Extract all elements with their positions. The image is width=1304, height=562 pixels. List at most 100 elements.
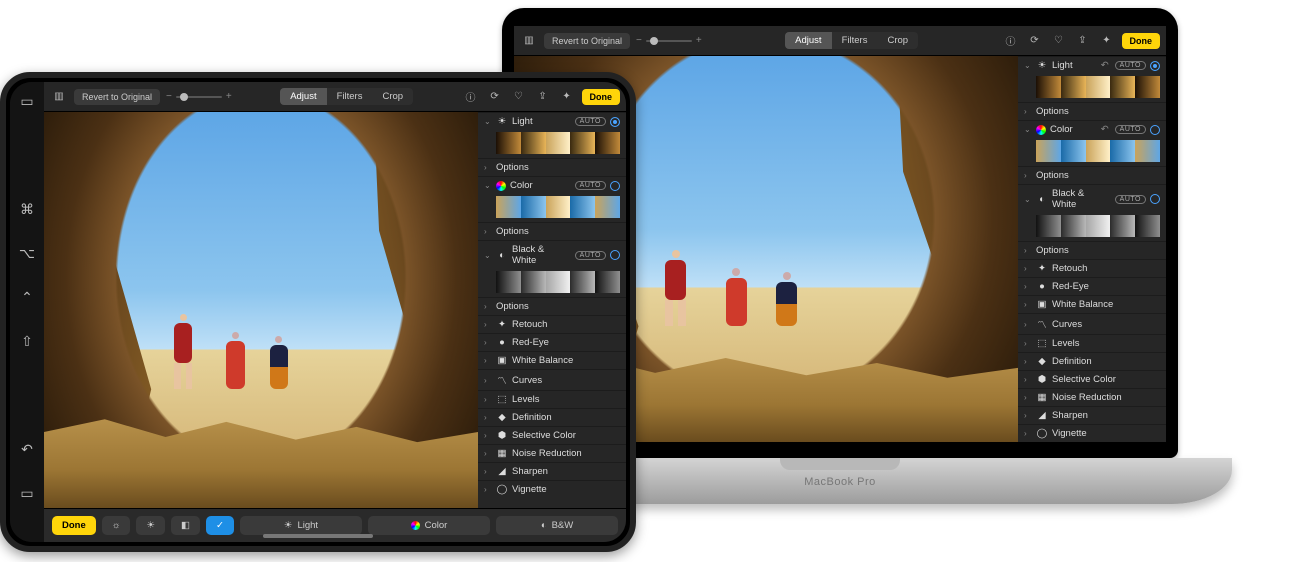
panel-item-retouch[interactable]: ›✦Retouch bbox=[478, 315, 626, 333]
favorite-icon[interactable]: ♡ bbox=[510, 88, 528, 106]
panel-item-levels[interactable]: ›⬚Levels bbox=[1018, 334, 1166, 352]
sidebar-toggle-icon[interactable]: ▥ bbox=[520, 32, 538, 50]
auto-button[interactable]: AUTO bbox=[1115, 125, 1146, 134]
panel-item-curves[interactable]: ›〽Curves bbox=[478, 369, 626, 390]
panel-label: Levels bbox=[512, 394, 620, 405]
favorite-icon[interactable]: ♡ bbox=[1050, 32, 1068, 50]
panel-options-color[interactable]: › Options bbox=[478, 222, 626, 240]
enable-toggle[interactable] bbox=[610, 181, 620, 191]
touchbar-color-button[interactable]: Color bbox=[368, 516, 490, 535]
enable-toggle[interactable] bbox=[1150, 194, 1160, 204]
panel-section-color[interactable]: ⌄ Color AUTO bbox=[478, 176, 626, 194]
chevron-right-icon: › bbox=[1024, 357, 1032, 366]
tab-filters[interactable]: Filters bbox=[832, 32, 878, 49]
enable-toggle[interactable] bbox=[610, 250, 620, 260]
home-indicator[interactable] bbox=[263, 534, 373, 538]
zoom-out-icon[interactable]: − bbox=[636, 35, 642, 46]
panel-item-sharpen[interactable]: ›◢Sharpen bbox=[1018, 406, 1166, 424]
color-thumbs[interactable] bbox=[478, 194, 626, 222]
photos-editor-ipad: ▥ Revert to Original − + Adjust Filters … bbox=[44, 82, 626, 542]
touchbar-compare[interactable]: ◧ bbox=[171, 516, 200, 535]
panel-item-sharpen[interactable]: ›◢Sharpen bbox=[478, 462, 626, 480]
panel-item-noise-reduction[interactable]: ›▦Noise Reduction bbox=[1018, 388, 1166, 406]
panel-item-noise-reduction[interactable]: ›▦Noise Reduction bbox=[478, 444, 626, 462]
done-button[interactable]: Done bbox=[582, 89, 621, 105]
touchbar-done-button[interactable]: Done bbox=[52, 516, 96, 535]
shift-icon[interactable]: ⇧ bbox=[18, 332, 36, 350]
control-icon[interactable]: ⌃ bbox=[18, 288, 36, 306]
photo-canvas[interactable] bbox=[44, 112, 478, 508]
touchbar-check[interactable]: ✓ bbox=[206, 516, 234, 535]
touchbar-brightness-down[interactable]: ☼ bbox=[102, 516, 131, 535]
rotate-icon[interactable]: ⟳ bbox=[1026, 32, 1044, 50]
panel-section-light[interactable]: ⌄ ☀ Light ↶ AUTO bbox=[1018, 56, 1166, 74]
tab-filters[interactable]: Filters bbox=[327, 88, 373, 105]
zoom-slider[interactable]: − + bbox=[166, 91, 232, 102]
zoom-in-icon[interactable]: + bbox=[226, 91, 232, 102]
zoom-in-icon[interactable]: + bbox=[696, 35, 702, 46]
panel-section-light[interactable]: ⌄ ☀ Light AUTO bbox=[478, 112, 626, 130]
panel-options-color[interactable]: › Options bbox=[1018, 166, 1166, 184]
undo-icon[interactable]: ↶ bbox=[1099, 124, 1111, 135]
undo-icon[interactable]: ↶ bbox=[18, 440, 36, 458]
panel-item-definition[interactable]: ›◆Definition bbox=[478, 408, 626, 426]
tab-adjust[interactable]: Adjust bbox=[785, 32, 831, 49]
command-icon[interactable]: ⌘ bbox=[18, 200, 36, 218]
revert-button[interactable]: Revert to Original bbox=[74, 89, 160, 105]
panel-item-white-balance[interactable]: ›▣White Balance bbox=[1018, 295, 1166, 313]
bw-thumbs[interactable] bbox=[478, 269, 626, 297]
panel-options-light[interactable]: › Options bbox=[1018, 102, 1166, 120]
panel-item-levels[interactable]: ›⬚Levels bbox=[478, 390, 626, 408]
touchbar-bw-button[interactable]: ◐ B&W bbox=[496, 516, 618, 535]
panel-item-retouch[interactable]: ›✦Retouch bbox=[1018, 259, 1166, 277]
enable-toggle[interactable] bbox=[1150, 125, 1160, 135]
zoom-slider[interactable]: − + bbox=[636, 35, 702, 46]
tab-crop[interactable]: Crop bbox=[372, 88, 413, 105]
panel-item-white-balance[interactable]: ›▣White Balance bbox=[478, 351, 626, 369]
enhance-icon[interactable]: ✦ bbox=[558, 88, 576, 106]
keyboard-icon[interactable]: ▭ bbox=[18, 484, 36, 502]
option-icon[interactable]: ⌥ bbox=[18, 244, 36, 262]
panel-item-vignette[interactable]: ›◯Vignette bbox=[478, 480, 626, 498]
auto-button[interactable]: AUTO bbox=[1115, 61, 1146, 70]
enhance-icon[interactable]: ✦ bbox=[1098, 32, 1116, 50]
light-thumbs[interactable] bbox=[1018, 74, 1166, 102]
panel-item-vignette[interactable]: ›◯Vignette bbox=[1018, 424, 1166, 442]
color-thumbs[interactable] bbox=[1018, 138, 1166, 166]
bw-thumbs[interactable] bbox=[1018, 213, 1166, 241]
touchbar-light-button[interactable]: ☀ Light bbox=[240, 516, 362, 535]
panel-options-light[interactable]: › Options bbox=[478, 158, 626, 176]
auto-button[interactable]: AUTO bbox=[575, 117, 606, 126]
light-thumbs[interactable] bbox=[478, 130, 626, 158]
panel-item-definition[interactable]: ›◆Definition bbox=[1018, 352, 1166, 370]
enable-toggle[interactable] bbox=[610, 117, 620, 127]
panel-section-bw[interactable]: ⌄ ◐ Black & White AUTO bbox=[478, 240, 626, 269]
done-button[interactable]: Done bbox=[1122, 33, 1161, 49]
revert-button[interactable]: Revert to Original bbox=[544, 33, 630, 49]
sidebar-toggle-icon[interactable]: ▥ bbox=[50, 88, 68, 106]
panel-item-selective-color[interactable]: ›⬢Selective Color bbox=[478, 426, 626, 444]
share-icon[interactable]: ⇪ bbox=[534, 88, 552, 106]
rotate-icon[interactable]: ⟳ bbox=[486, 88, 504, 106]
enable-toggle[interactable] bbox=[1150, 61, 1160, 71]
panel-section-color[interactable]: ⌄ Color ↶ AUTO bbox=[1018, 120, 1166, 138]
panel-section-bw[interactable]: ⌄ ◐ Black & White AUTO bbox=[1018, 184, 1166, 213]
info-icon[interactable]: ⓘ bbox=[1002, 32, 1020, 50]
info-icon[interactable]: ⓘ bbox=[462, 88, 480, 106]
auto-button[interactable]: AUTO bbox=[575, 251, 606, 260]
tab-adjust[interactable]: Adjust bbox=[280, 88, 326, 105]
auto-button[interactable]: AUTO bbox=[575, 181, 606, 190]
share-icon[interactable]: ⇪ bbox=[1074, 32, 1092, 50]
sidecar-menu-icon[interactable]: ▭ bbox=[18, 92, 36, 110]
panel-item-selective-color[interactable]: ›⬢Selective Color bbox=[1018, 370, 1166, 388]
zoom-out-icon[interactable]: − bbox=[166, 91, 172, 102]
tab-crop[interactable]: Crop bbox=[877, 32, 918, 49]
panel-options-bw[interactable]: › Options bbox=[478, 297, 626, 315]
undo-icon[interactable]: ↶ bbox=[1099, 60, 1111, 71]
touchbar-brightness-up[interactable]: ☀ bbox=[136, 516, 165, 535]
auto-button[interactable]: AUTO bbox=[1115, 195, 1146, 204]
panel-item-red-eye[interactable]: ›●Red-Eye bbox=[1018, 277, 1166, 295]
panel-item-red-eye[interactable]: ›●Red-Eye bbox=[478, 333, 626, 351]
panel-options-bw[interactable]: › Options bbox=[1018, 241, 1166, 259]
panel-item-curves[interactable]: ›〽Curves bbox=[1018, 313, 1166, 334]
